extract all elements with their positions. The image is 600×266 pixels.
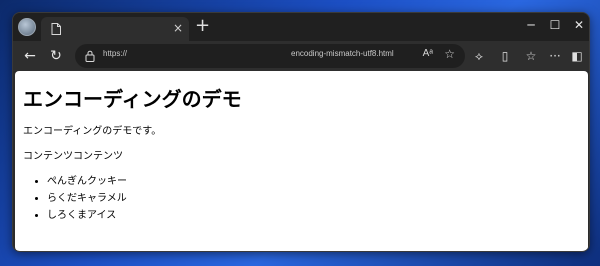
extensions-icon[interactable]: ⟡ xyxy=(471,48,487,64)
new-tab-button[interactable]: + xyxy=(195,17,210,35)
list-item: らくだキャラメル xyxy=(47,189,580,204)
refresh-icon[interactable]: ↻ xyxy=(47,47,65,65)
content-text: コンテンツコンテンツ xyxy=(23,151,123,162)
document-icon xyxy=(51,23,61,35)
favorites-icon[interactable]: ☆ xyxy=(523,48,539,64)
maximize-button[interactable]: ☐ xyxy=(543,17,567,33)
tab-active[interactable]: × xyxy=(41,17,189,41)
navigation-bar: ← ↻ https:// encoding-mismatch-utf8.html… xyxy=(13,41,589,71)
page-heading: エンコーディングのデモ xyxy=(23,87,242,111)
sidebar-icon[interactable]: ◧ xyxy=(569,48,585,64)
more-options-icon[interactable]: ··· xyxy=(547,48,563,64)
url-path: encoding-mismatch-utf8.html xyxy=(291,49,394,58)
split-screen-icon[interactable]: ▯ xyxy=(497,48,513,64)
favorite-star-icon[interactable]: ☆ xyxy=(444,47,455,61)
list-item: ぺんぎんクッキー xyxy=(47,172,580,187)
lock-icon[interactable] xyxy=(85,50,95,62)
page-content: エンコーディングのデモ エンコーディングのデモです。 コンテンツコンテンツ ぺん… xyxy=(15,71,588,251)
item-list: ぺんぎんクッキー らくだキャラメル しろくまアイス xyxy=(23,172,580,221)
list-item: しろくまアイス xyxy=(47,206,580,221)
minimize-button[interactable]: ─ xyxy=(519,17,543,33)
url-scheme: https:// xyxy=(103,49,128,58)
profile-avatar[interactable] xyxy=(18,18,36,36)
address-bar[interactable]: https:// encoding-mismatch-utf8.html Aᵃ … xyxy=(75,44,465,68)
read-aloud-icon[interactable]: Aᵃ xyxy=(423,48,433,59)
tab-bar: × + ─ ☐ ✕ xyxy=(13,13,589,41)
browser-window: × + ─ ☐ ✕ ← ↻ https:// encoding-mismatch… xyxy=(12,12,590,252)
close-window-button[interactable]: ✕ xyxy=(567,17,589,33)
back-icon[interactable]: ← xyxy=(21,47,39,65)
tab-close-icon[interactable]: × xyxy=(173,21,183,35)
intro-text: エンコーディングのデモです。 xyxy=(23,126,162,137)
